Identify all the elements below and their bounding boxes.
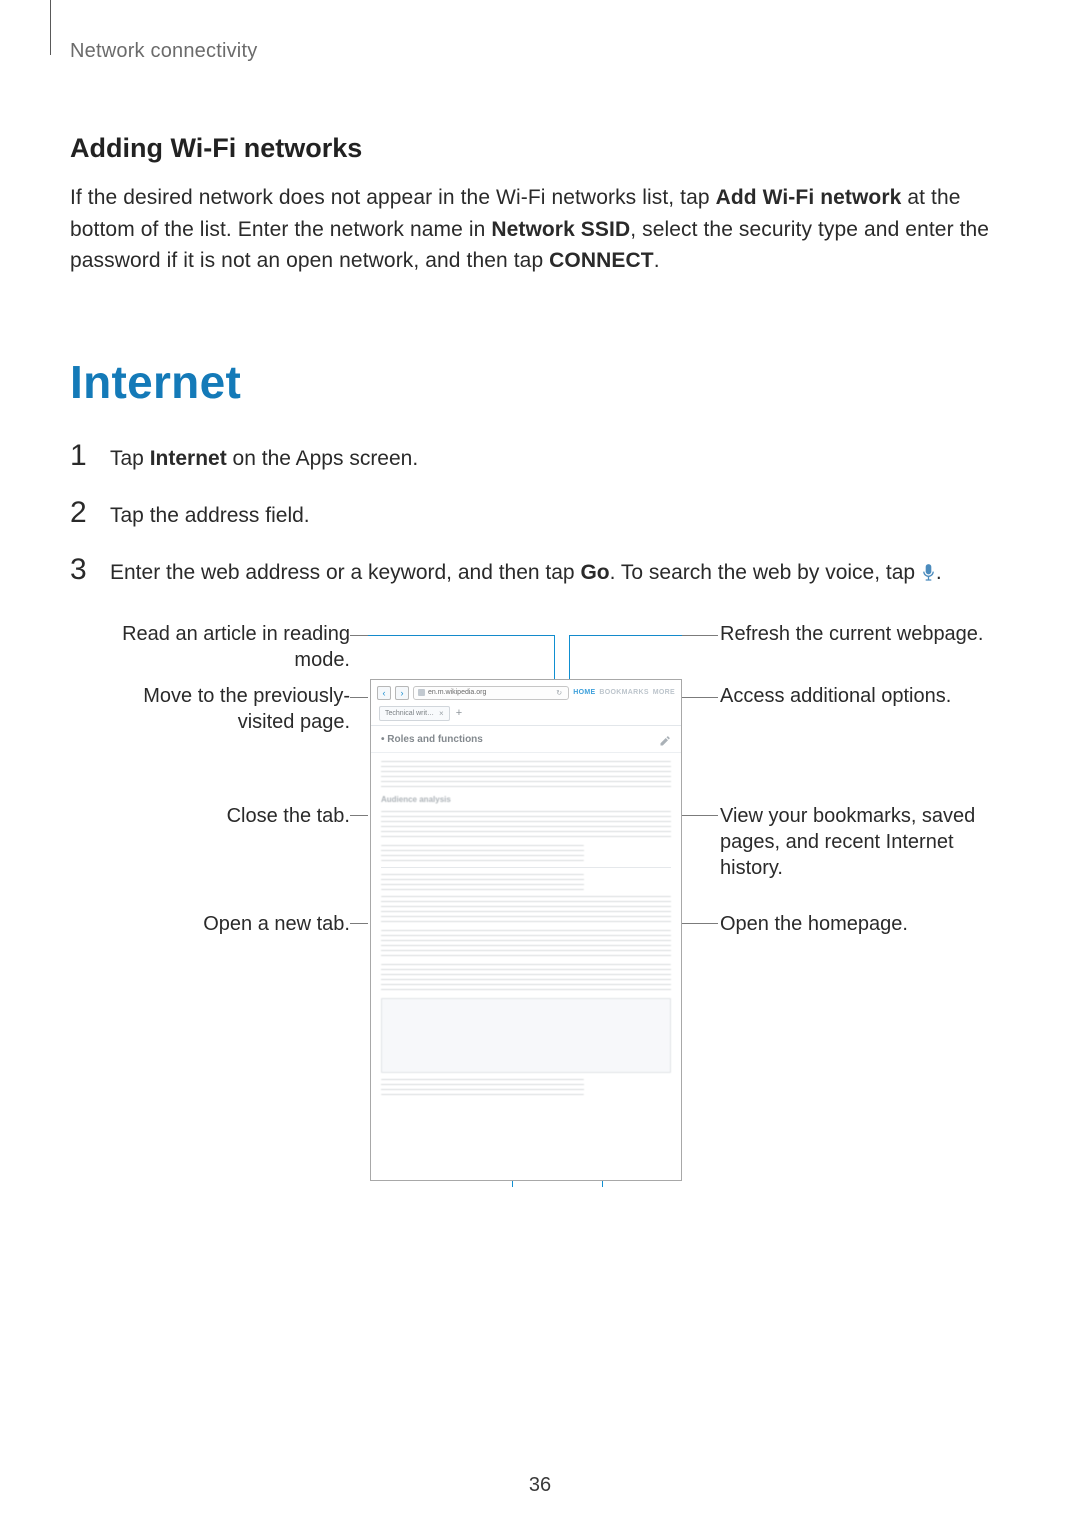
page-number: 36 [0, 1474, 1080, 1497]
page-side-rule [50, 0, 51, 55]
step-2: 2 Tap the address field. [70, 496, 1010, 531]
toolbar-home[interactable]: HOME [573, 689, 595, 696]
p1-t0: If the desired network does not appear i… [70, 186, 716, 209]
p1-b2: CONNECT [549, 249, 654, 272]
edit-icon[interactable] [659, 734, 671, 746]
breadcrumb: Network connectivity [70, 40, 1010, 63]
callout-homepage: Open the homepage. [720, 911, 1000, 937]
step-number: 1 [70, 439, 92, 473]
step3-post: . To search the web by voice, tap [610, 561, 921, 584]
leader [350, 923, 368, 924]
callout-refresh: Refresh the current webpage. [720, 621, 1000, 647]
chevron-right-icon: › [401, 688, 404, 698]
tab-strip: Technical writ… × + [371, 700, 681, 726]
callout-bookmarks: View your bookmarks, saved pages, and re… [720, 803, 1000, 881]
step-text: Tap Internet on the Apps screen. [110, 444, 418, 474]
callout-close-tab: Close the tab. [90, 803, 350, 829]
step3-pre: Enter the web address or a keyword, and … [110, 561, 580, 584]
step-text: Tap the address field. [110, 501, 310, 531]
step3-tail: . [936, 561, 942, 584]
forward-button[interactable]: › [395, 686, 409, 700]
step3-bold: Go [580, 561, 609, 584]
url-text: en.m.wikipedia.org [428, 689, 486, 696]
step-text: Enter the web address or a keyword, and … [110, 558, 942, 588]
heading-adding-wifi: Adding Wi-Fi networks [70, 133, 1010, 164]
favicon-icon [418, 689, 425, 696]
paragraph-adding-wifi: If the desired network does not appear i… [70, 182, 1010, 277]
callout-more-options: Access additional options. [720, 683, 1000, 709]
leader [682, 815, 718, 816]
step-1: 1 Tap Internet on the Apps screen. [70, 439, 1010, 474]
step-number: 3 [70, 553, 92, 587]
article-title: • Roles and functions [381, 734, 483, 745]
steps-list: 1 Tap Internet on the Apps screen. 2 Tap… [70, 439, 1010, 589]
p1-b0: Add Wi-Fi network [716, 186, 902, 209]
article-header: • Roles and functions [371, 726, 681, 753]
address-bar[interactable]: en.m.wikipedia.org ↻ [413, 686, 569, 700]
leader [682, 923, 718, 924]
chevron-left-icon: ‹ [383, 688, 386, 698]
p1-t3: . [654, 249, 660, 272]
leader [350, 697, 368, 698]
browser-toolbar: ‹ › en.m.wikipedia.org ↻ HOME BOOKMARKS … [371, 680, 681, 700]
browser-figure: Read an article in reading mode. Move to… [70, 611, 1010, 1201]
browser-screenshot: ‹ › en.m.wikipedia.org ↻ HOME BOOKMARKS … [370, 679, 682, 1181]
leader [350, 815, 368, 816]
step1-pre: Tap [110, 447, 150, 470]
leader [350, 635, 368, 636]
toolbar-more[interactable]: MORE [653, 689, 675, 696]
article-body: Audience analysis [371, 753, 681, 1109]
step1-bold: Internet [150, 447, 227, 470]
callout-line [368, 635, 554, 636]
leader [682, 635, 718, 636]
p1-b1: Network SSID [491, 218, 630, 241]
step-3: 3 Enter the web address or a keyword, an… [70, 553, 1010, 588]
close-icon[interactable]: × [439, 709, 444, 718]
heading-internet: Internet [70, 355, 1010, 409]
toolbar-bookmarks[interactable]: BOOKMARKS [599, 689, 648, 696]
step1-post: on the Apps screen. [227, 447, 418, 470]
article-title-text: Roles and functions [387, 734, 483, 745]
microphone-icon [921, 563, 936, 582]
callout-prev-page: Move to the previously-visited page. [90, 683, 350, 735]
step-number: 2 [70, 496, 92, 530]
callout-line [569, 635, 682, 636]
refresh-icon[interactable]: ↻ [554, 689, 564, 697]
back-button[interactable]: ‹ [377, 686, 391, 700]
new-tab-button[interactable]: + [456, 707, 462, 719]
callout-new-tab: Open a new tab. [90, 911, 350, 937]
callout-reading-mode: Read an article in reading mode. [90, 621, 350, 673]
leader [682, 697, 718, 698]
tab-label: Technical writ… [385, 710, 434, 717]
browser-tab[interactable]: Technical writ… × [379, 706, 450, 721]
